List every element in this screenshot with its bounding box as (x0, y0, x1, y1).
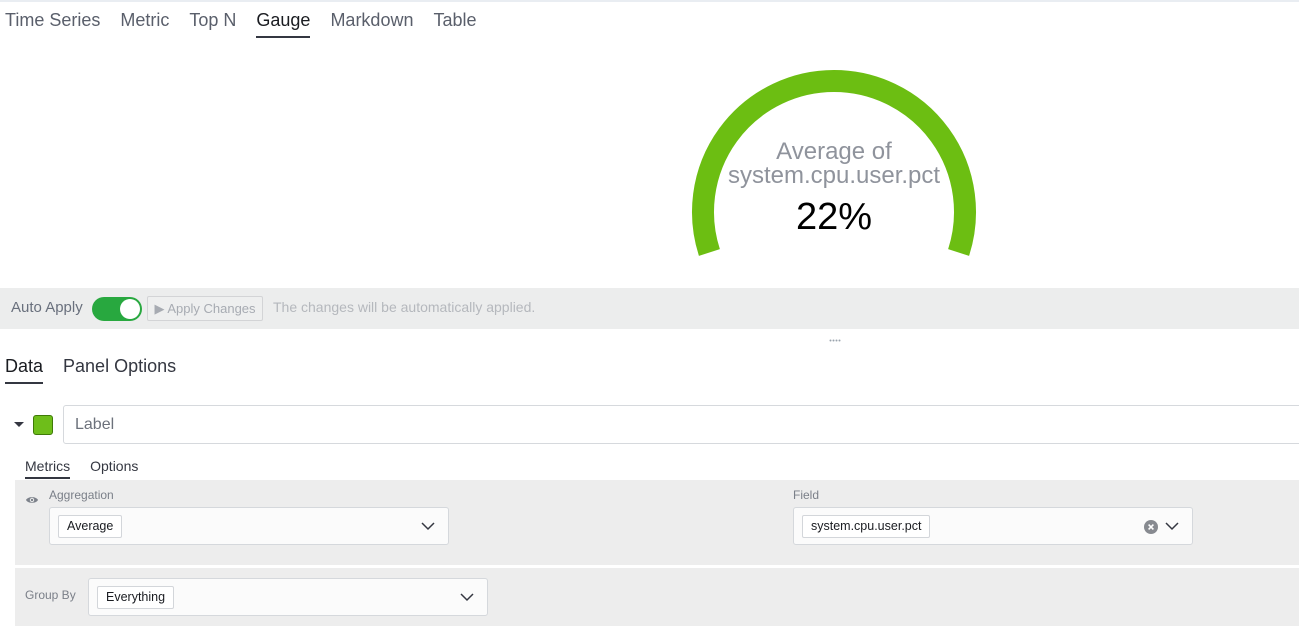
tab-top-n[interactable]: Top N (189, 8, 236, 38)
tab-panel-options[interactable]: Panel Options (63, 354, 176, 384)
tab-metrics[interactable]: Metrics (25, 457, 71, 479)
tab-options[interactable]: Options (90, 457, 138, 479)
top-border (0, 0, 1299, 2)
tab-data[interactable]: Data (5, 354, 44, 384)
drag-handle-icon[interactable] (829, 338, 841, 342)
group-by-panel: Group By Everything (15, 568, 1299, 626)
metrics-panel: Aggregation Average Field system.cpu.use… (15, 480, 1299, 565)
tab-gauge[interactable]: Gauge (256, 8, 311, 38)
apply-changes-button[interactable]: ▶ Apply Changes (147, 296, 263, 321)
group-by-caption: Group By (25, 588, 76, 602)
panel-tabs: Data Panel Options (0, 354, 191, 384)
gauge-visualization: Average of system.cpu.user.pct 22% (0, 40, 1299, 288)
aggregation-select[interactable]: Average (49, 507, 449, 545)
viz-type-tabs: Time Series Metric Top N Gauge Markdown … (0, 8, 492, 40)
series-tabs: Metrics Options (25, 457, 158, 479)
chevron-down-icon (460, 593, 474, 602)
chevron-down-icon (421, 522, 435, 531)
auto-apply-toggle[interactable] (92, 297, 142, 321)
toggle-knob (120, 299, 140, 319)
tab-metric[interactable]: Metric (120, 8, 169, 38)
auto-apply-note: The changes will be automatically applie… (273, 299, 536, 315)
gauge-value: 22% (795, 196, 873, 238)
field-value: system.cpu.user.pct (802, 515, 931, 538)
aggregation-caption: Aggregation (49, 488, 114, 502)
tab-table[interactable]: Table (433, 8, 476, 38)
aggregation-value: Average (58, 515, 123, 538)
auto-apply-label: Auto Apply (11, 299, 83, 316)
chevron-down-icon (1165, 522, 1179, 531)
group-by-select[interactable]: Everything (88, 578, 488, 616)
auto-apply-bar: Auto Apply ▶ Apply Changes The changes w… (0, 288, 1299, 329)
field-select[interactable]: system.cpu.user.pct (793, 507, 1193, 545)
clear-icon[interactable] (1144, 520, 1158, 534)
group-by-value: Everything (97, 586, 175, 609)
series-color-swatch[interactable] (33, 415, 53, 435)
gauge-label: Average of (776, 138, 892, 165)
field-caption: Field (793, 488, 820, 502)
gauge-field-name: system.cpu.user.pct (727, 162, 941, 189)
tab-time-series[interactable]: Time Series (5, 8, 100, 38)
tab-markdown[interactable]: Markdown (330, 8, 413, 38)
series-label-input[interactable] (63, 405, 1299, 444)
eye-icon[interactable] (25, 492, 39, 510)
gauge-svg (692, 70, 976, 256)
caret-down-icon[interactable] (14, 422, 24, 427)
